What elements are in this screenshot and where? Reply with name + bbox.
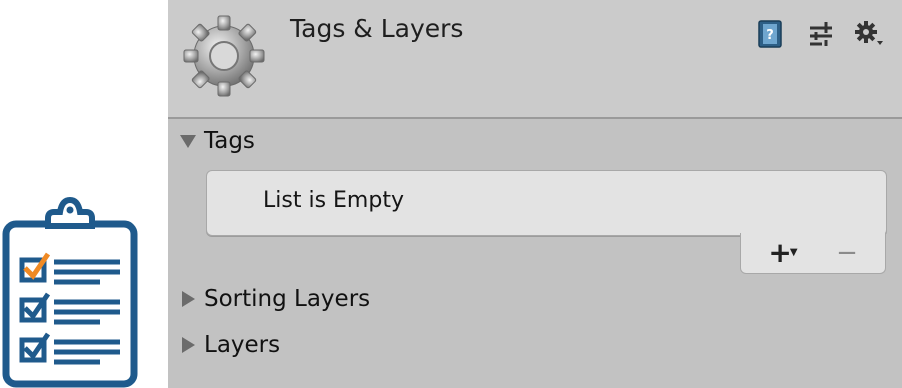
foldout-label: Sorting Layers xyxy=(204,286,371,312)
dropdown-caret-icon: ▼ xyxy=(789,247,798,258)
foldout-layers[interactable]: Layers xyxy=(178,332,280,358)
tags-list: List is Empty xyxy=(206,170,887,236)
collapsed-arrow-icon xyxy=(182,291,195,307)
add-button-label: + xyxy=(768,236,792,269)
presets-icon[interactable] xyxy=(808,20,834,48)
expanded-arrow-icon xyxy=(180,135,196,148)
foldout-label: Tags xyxy=(204,128,255,154)
foldout-sorting-layers[interactable]: Sorting Layers xyxy=(178,286,370,312)
collapsed-arrow-icon xyxy=(182,337,195,353)
remove-tag-button[interactable]: − xyxy=(827,239,867,267)
gear-icon xyxy=(183,15,265,97)
inspector-title: Tags & Layers xyxy=(290,14,464,43)
settings-gear-icon[interactable] xyxy=(854,20,884,48)
help-icon[interactable]: ? xyxy=(758,20,782,48)
svg-text:?: ? xyxy=(766,28,774,43)
foldout-label: Layers xyxy=(204,332,281,358)
list-footer: +▼ − xyxy=(740,233,886,274)
add-tag-button[interactable]: +▼ xyxy=(763,239,803,267)
list-empty-text: List is Empty xyxy=(263,188,404,213)
inspector-panel: Tags & Layers ? Tags List is Empty +▼ − … xyxy=(168,0,902,388)
foldout-tags[interactable]: Tags xyxy=(178,128,255,154)
inspector-header: Tags & Layers ? xyxy=(168,0,902,119)
clipboard-checklist-icon xyxy=(2,196,138,388)
